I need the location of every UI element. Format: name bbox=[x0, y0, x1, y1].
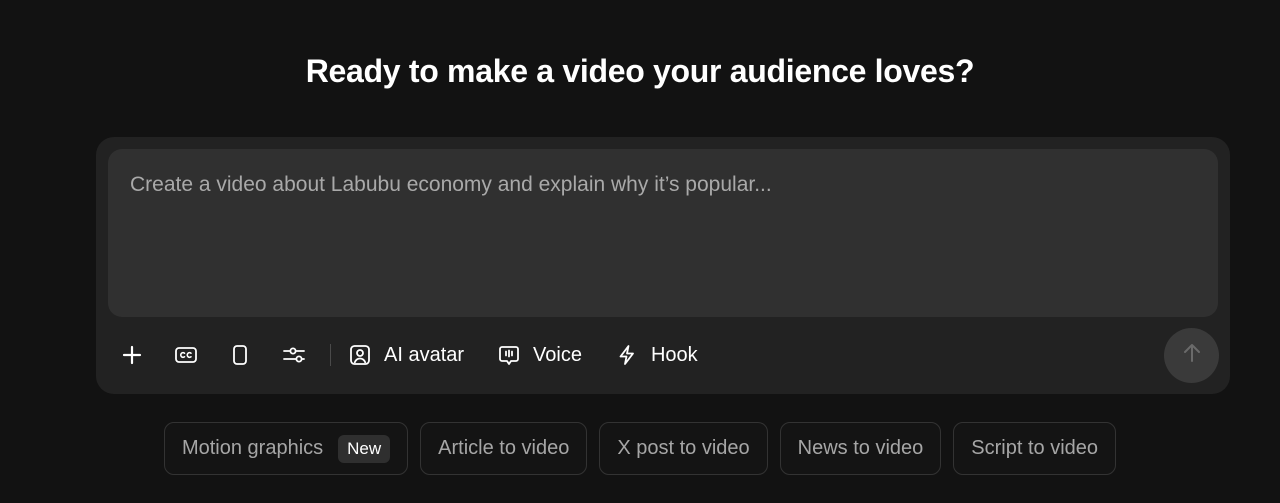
add-button[interactable] bbox=[114, 337, 150, 373]
prompt-input-container[interactable] bbox=[108, 149, 1218, 317]
voice-icon bbox=[498, 344, 520, 366]
page: Ready to make a video your audience love… bbox=[0, 0, 1280, 503]
avatar-icon bbox=[349, 344, 371, 366]
phone-aspect-icon bbox=[232, 344, 248, 366]
suggestion-chips: Motion graphics New Article to video X p… bbox=[0, 422, 1280, 475]
chip-article-to-video[interactable]: Article to video bbox=[420, 422, 588, 475]
ai-avatar-label: AI avatar bbox=[384, 343, 465, 366]
captions-button[interactable] bbox=[168, 337, 204, 373]
ai-avatar-button[interactable]: AI avatar bbox=[349, 337, 464, 373]
toolbar-divider bbox=[330, 344, 331, 366]
chip-label: Motion graphics bbox=[181, 437, 324, 459]
voice-label: Voice bbox=[533, 343, 582, 366]
chip-script-to-video[interactable]: Script to video bbox=[953, 422, 1117, 475]
lightning-icon bbox=[616, 344, 638, 366]
settings-button[interactable] bbox=[276, 337, 312, 373]
aspect-ratio-button[interactable] bbox=[222, 337, 258, 373]
prompt-input[interactable] bbox=[108, 149, 1218, 317]
chip-label: Script to video bbox=[971, 437, 1099, 459]
chip-motion-graphics[interactable]: Motion graphics New bbox=[163, 422, 409, 475]
plus-icon bbox=[122, 345, 142, 365]
composer-toolbar: AI avatar Voice Hook bbox=[114, 333, 732, 377]
sliders-icon bbox=[282, 345, 306, 365]
prompt-composer: AI avatar Voice Hook bbox=[96, 137, 1230, 394]
hook-button[interactable]: Hook bbox=[616, 337, 698, 373]
captions-icon bbox=[174, 345, 198, 365]
hook-label: Hook bbox=[650, 343, 698, 366]
chip-label: Article to video bbox=[438, 437, 570, 459]
arrow-up-icon bbox=[1181, 342, 1203, 369]
chip-label: X post to video bbox=[617, 437, 750, 459]
chip-news-to-video[interactable]: News to video bbox=[779, 422, 942, 475]
send-button[interactable] bbox=[1164, 328, 1219, 383]
chip-label: News to video bbox=[797, 437, 924, 459]
new-badge: New bbox=[338, 434, 391, 463]
voice-button[interactable]: Voice bbox=[498, 337, 582, 373]
page-title: Ready to make a video your audience love… bbox=[305, 53, 975, 89]
chip-x-post-to-video[interactable]: X post to video bbox=[599, 422, 768, 475]
